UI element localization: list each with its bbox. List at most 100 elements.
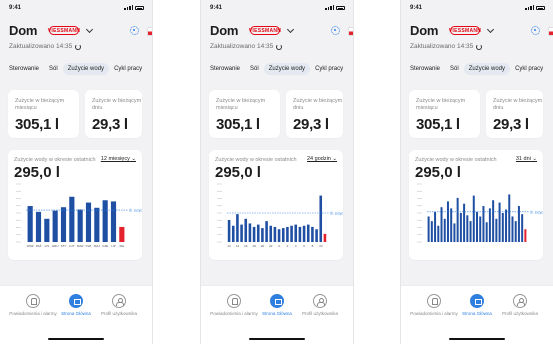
chart-bar[interactable] [456,197,459,242]
refresh-icon[interactable] [476,43,483,50]
chart-bar[interactable] [469,221,472,242]
chart-bar[interactable] [495,218,498,242]
chart-bar[interactable] [52,210,58,242]
chart-bar[interactable] [60,207,67,242]
chart-bar[interactable] [492,200,495,242]
chart-bar[interactable] [240,224,243,242]
bell-icon[interactable] [227,294,241,308]
bell-icon[interactable] [26,294,40,308]
tab-item[interactable]: Zużycie wody [62,63,110,75]
chart-bar[interactable] [517,206,520,242]
period-selector[interactable]: 12 miesięcy [101,156,136,162]
gear-icon[interactable] [531,26,540,35]
chart-bar[interactable] [446,201,449,242]
chart-bar[interactable] [273,226,277,242]
flag-icon[interactable] [148,28,152,35]
chart-bar[interactable] [265,221,268,242]
period-selector[interactable]: 24 godzin [307,156,337,162]
flag-icon[interactable] [349,28,353,35]
refresh-icon[interactable] [75,43,82,50]
chart-bar[interactable] [248,223,252,242]
chart-bar[interactable] [440,207,443,242]
tab-item[interactable]: Cykl pracy [510,63,548,75]
chart-bar[interactable] [323,233,327,242]
chart-bar[interactable] [298,226,302,242]
chart-bar[interactable] [85,202,92,242]
chart-bar[interactable] [290,225,293,242]
chart-bar[interactable] [479,216,482,242]
tab-item[interactable]: Sól [445,63,464,75]
chart-bar[interactable] [472,195,475,242]
chart-bar[interactable] [236,214,239,242]
chart-bar[interactable] [443,218,446,242]
chart-bar[interactable] [482,206,485,242]
chart-bar[interactable] [450,208,453,242]
home-icon[interactable] [270,294,284,308]
chart-bar[interactable] [488,208,491,242]
chart-bar[interactable] [306,224,310,242]
nav-item[interactable]: Profil użytkownika [295,294,345,317]
tab-item[interactable]: Sterowanie [405,63,445,75]
chart-bar[interactable] [453,223,456,242]
chart-bar[interactable] [35,211,42,242]
chevron-down-icon[interactable] [486,25,495,34]
chart-bar[interactable] [110,201,117,242]
chart-bar[interactable] [511,216,514,242]
tab-item[interactable]: Sterowanie [4,63,44,75]
tab-item[interactable]: Cykl pracy [109,63,147,75]
chart-bar[interactable] [524,229,527,242]
chart-bar[interactable] [252,226,256,242]
chart-bar[interactable] [319,195,323,242]
flag-icon[interactable] [549,28,553,35]
tab-item[interactable]: Zużycie wody [263,63,311,75]
period-selector[interactable]: 31 dni [516,156,537,162]
chart-bar[interactable] [505,209,508,242]
chart-bar[interactable] [256,224,260,242]
chart-bar[interactable] [427,216,430,242]
gear-icon[interactable] [331,26,340,35]
chart-bar[interactable] [302,225,306,242]
chart-bar[interactable] [227,219,231,242]
chart-bar[interactable] [119,226,125,242]
chart-bar[interactable] [269,225,273,242]
chart-bar[interactable] [498,202,501,242]
chevron-down-icon[interactable] [286,25,295,34]
user-icon[interactable] [513,294,527,308]
nav-item[interactable]: Profil użytkownika [495,294,545,317]
chart-bar[interactable] [485,222,488,242]
chart-bar[interactable] [286,226,289,242]
tab-item[interactable]: Zużycie wody [463,63,511,75]
chart-bar[interactable] [102,200,108,242]
chart-bar[interactable] [261,228,264,242]
chart-bar[interactable] [44,218,50,242]
home-icon[interactable] [69,294,83,308]
user-icon[interactable] [313,294,327,308]
chart-bar[interactable] [77,209,83,242]
tab-item[interactable]: Cykl pracy [310,63,348,75]
chart-bar[interactable] [434,211,437,242]
nav-item[interactable]: Profil użytkownika [94,294,144,317]
chart-bar[interactable] [501,213,504,242]
bell-icon[interactable] [427,294,441,308]
chart-bar[interactable] [281,228,285,242]
chart-bar[interactable] [231,225,235,242]
tab-item[interactable]: Sól [44,63,63,75]
chart-bar[interactable] [27,206,33,242]
chart-bar[interactable] [476,211,478,242]
chart-bar[interactable] [459,213,462,242]
chart-bar[interactable] [69,196,75,242]
chart-bar[interactable] [430,221,433,242]
chart-bar[interactable] [244,218,248,242]
chart-bar[interactable] [463,203,466,242]
chart-bar[interactable] [315,229,318,242]
gear-icon[interactable] [130,26,139,35]
chart-bar[interactable] [294,224,298,242]
refresh-icon[interactable] [276,43,283,50]
chart-bar[interactable] [94,207,100,242]
chart-bar[interactable] [521,214,524,242]
tab-item[interactable]: Sól [245,63,264,75]
chart-bar[interactable] [514,221,517,242]
chart-bar[interactable] [277,229,281,242]
chart-bar[interactable] [311,226,314,242]
chart-bar[interactable] [508,194,511,242]
